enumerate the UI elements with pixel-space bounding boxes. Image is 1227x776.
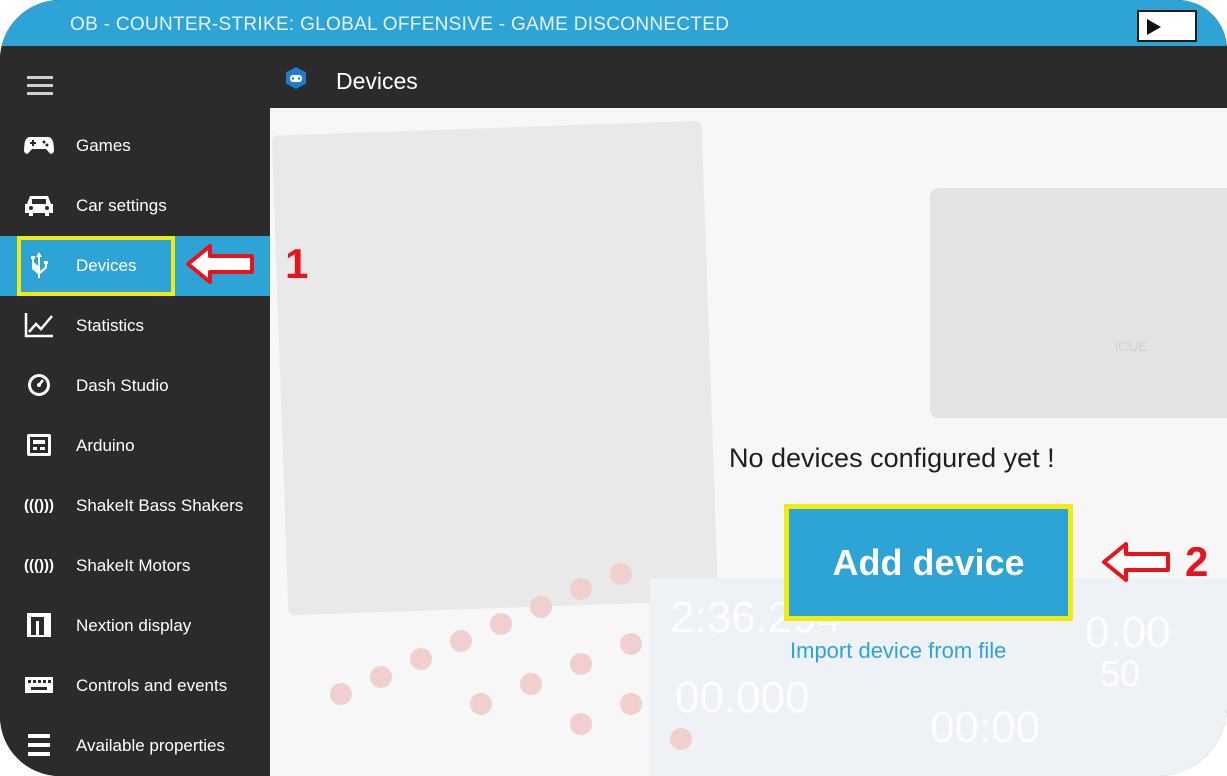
bg-led [450,630,472,652]
title-bar: OB - COUNTER-STRIKE: GLOBAL OFFENSIVE - … [0,0,1227,46]
sidebar-item-label: Games [76,136,131,155]
bg-led [520,673,542,695]
sidebar-item-shakeit-bass-shakers[interactable]: ((())) ShakeIt Bass Shakers [0,476,270,536]
background-screen [930,188,1227,418]
app-header: Devices [0,46,1227,108]
sidebar: Games Car settings Devices Statistics Da… [0,108,270,776]
bg-led [570,713,592,735]
gamepad-icon [22,130,56,160]
bg-led [530,596,552,618]
bg-gear: 50 [1100,653,1141,694]
gamepad-hex-icon [286,67,306,89]
sidebar-item-controls-and-events[interactable]: Controls and events [0,656,270,716]
vibration-icon: ((())) [24,556,54,574]
sidebar-item-label: Controls and events [76,676,228,695]
bg-led [470,693,492,715]
background-monitor [271,120,719,616]
bg-led [670,728,692,750]
bg-speed: 0.00 [1085,608,1171,657]
sidebar-item-label: Dash Studio [76,376,169,395]
sidebar-item-label: ShakeIt Bass Shakers [76,496,244,515]
bg-led [410,648,432,670]
main-content: 2:36.294 0.00 00.000 50 00:00 iCUE No de… [270,108,1227,776]
play-button[interactable] [1137,10,1197,42]
bg-led [570,653,592,675]
hamburger-menu-icon[interactable] [27,76,53,96]
properties-icon [22,730,56,760]
bg-led [620,633,642,655]
sidebar-item-label: Nextion display [76,616,192,635]
vibration-icon: ((())) [24,496,54,514]
annotation-arrow-1 [186,244,254,284]
bg-led [610,563,632,585]
annotation-number-1: 1 [285,240,309,287]
bg-led [570,578,592,600]
bg-delta: 00.000 [675,673,810,722]
sidebar-item-label: Statistics [76,316,145,335]
sidebar-item-label: ShakeIt Motors [76,556,191,575]
sidebar-item-car-settings[interactable]: Car settings [0,176,270,236]
sidebar-item-label: Car settings [76,196,167,215]
import-device-link[interactable]: Import device from file [790,638,1006,664]
sidebar-item-dash-studio[interactable]: Dash Studio [0,356,270,416]
sidebar-item-games[interactable]: Games [0,116,270,176]
line-chart-icon [22,310,56,340]
car-icon [22,190,56,220]
bg-timer: 00:00 [930,703,1041,752]
app-window: OB - COUNTER-STRIKE: GLOBAL OFFENSIVE - … [0,0,1227,776]
empty-state-message: No devices configured yet ! [729,443,1055,473]
annotation-number-2: 2 [1185,538,1209,585]
sidebar-item-statistics[interactable]: Statistics [0,296,270,356]
page-title: Devices [336,68,418,94]
usb-icon [22,250,56,280]
nextion-icon [22,610,56,640]
sidebar-item-shakeit-motors[interactable]: ((())) ShakeIt Motors [0,536,270,596]
sidebar-item-label: Arduino [76,436,135,455]
bg-led [370,666,392,688]
sidebar-item-arduino[interactable]: Arduino [0,416,270,476]
gauge-icon [22,370,56,400]
bg-icue-label: iCUE [1115,338,1148,354]
bg-led [330,683,352,705]
sidebar-item-label: Devices [76,256,137,275]
keyboard-icon [22,670,56,700]
window-title: OB - COUNTER-STRIKE: GLOBAL OFFENSIVE - … [70,14,730,35]
sidebar-item-nextion-display[interactable]: Nextion display [0,596,270,656]
sidebar-item-label: Available properties [76,736,225,755]
circuit-board-icon [22,430,56,460]
sidebar-item-available-properties[interactable]: Available properties [0,716,270,776]
add-device-button[interactable]: Add device [784,504,1073,621]
bg-led [620,693,642,715]
annotation-arrow-2 [1102,542,1170,582]
bg-led [490,613,512,635]
